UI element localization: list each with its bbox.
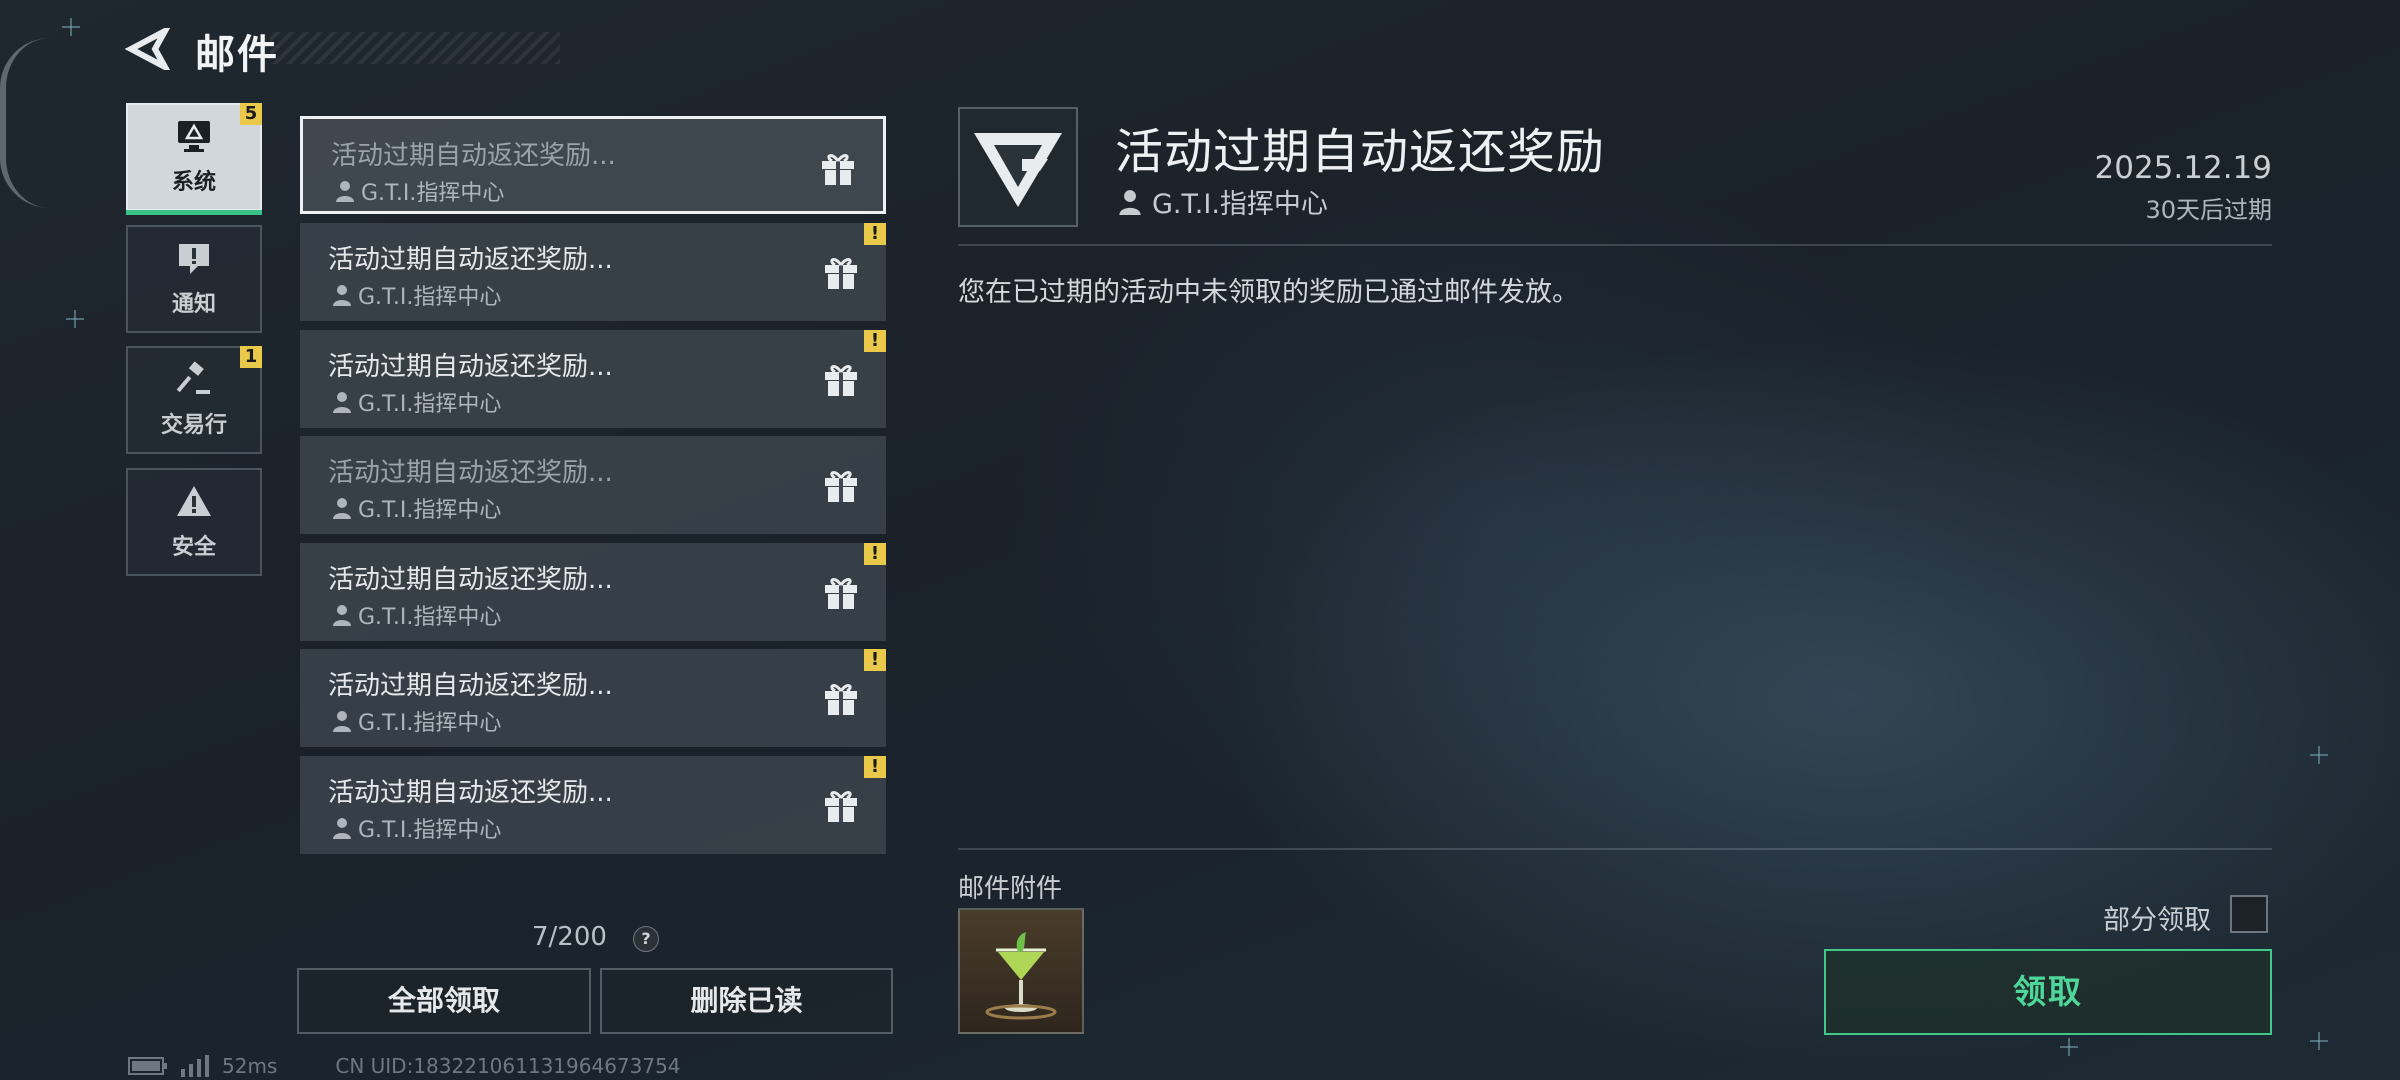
tab-notice-label: 通知 — [171, 292, 216, 317]
person-icon — [1119, 189, 1141, 215]
tab-security[interactable]: 安全 — [126, 468, 262, 576]
mail-count: 7/200 — [532, 922, 607, 952]
mail-detail-title: 活动过期自动返还奖励 — [1115, 124, 1606, 180]
monitor-icon — [178, 121, 210, 152]
help-icon[interactable]: ? — [633, 926, 659, 952]
signal-icon — [181, 1055, 209, 1077]
attachments-label: 邮件附件 — [958, 874, 1063, 904]
sender-logo — [958, 107, 1078, 227]
mail-detail-sender-text: G.T.I.指挥中心 — [1152, 189, 1328, 220]
warning-badge: ! — [864, 223, 886, 245]
warning-badge: ! — [864, 543, 886, 565]
battery-icon — [128, 1057, 167, 1075]
person-icon — [333, 818, 351, 839]
status-bar: 52ms CN UID:1832210611319646737​54 — [128, 1054, 681, 1078]
alert-bubble-icon — [179, 244, 209, 274]
divider — [958, 848, 2272, 850]
mail-date: 2025.12.19 — [2094, 150, 2273, 186]
warning-triangle-icon — [177, 486, 211, 516]
mail-item-title: 活动过期自动返还奖励... — [328, 671, 613, 701]
warning-badge: ! — [864, 649, 886, 671]
tab-auction[interactable]: 交易行 1 — [126, 346, 262, 454]
person-icon — [336, 181, 354, 202]
mail-list-item[interactable]: 活动过期自动返还奖励... G.T.I.指挥中心 — [300, 116, 886, 214]
mail-body: 您在已过期的活动中未领取的奖励已通过邮件发放。 — [958, 277, 1579, 308]
warning-badge: ! — [864, 756, 886, 778]
mail-list-item[interactable]: 活动过期自动返还奖励... G.T.I.指挥中心 ! — [300, 330, 886, 428]
gift-icon — [825, 684, 857, 715]
mail-list-item[interactable]: 活动过期自动返还奖励... G.T.I.指挥中心 ! — [300, 543, 886, 641]
mail-item-title: 活动过期自动返还奖励... — [328, 778, 613, 808]
user-uid: CN UID:1832210611319646737​54 — [335, 1054, 681, 1078]
mail-expiry: 30天后过期 — [2145, 196, 2272, 224]
mail-item-sender-text: G.T.I.指挥中心 — [358, 818, 502, 843]
delete-read-button[interactable]: 删除已读 — [600, 968, 893, 1034]
divider — [958, 244, 2272, 246]
tab-system[interactable]: 系统 5 — [126, 103, 262, 215]
unread-count-badge: 1 — [240, 346, 262, 368]
person-icon — [333, 711, 351, 732]
claim-button[interactable]: 领取 — [1824, 949, 2272, 1035]
ping-value: 52ms — [222, 1054, 278, 1078]
crosshair-decoration — [66, 310, 84, 328]
tab-security-label: 安全 — [171, 535, 216, 560]
mail-item-title: 活动过期自动返还奖励... — [331, 141, 616, 171]
mail-item-sender: G.T.I.指挥中心 — [332, 705, 501, 737]
gift-icon — [825, 578, 857, 609]
mail-item-sender-text: G.T.I.指挥中心 — [358, 285, 502, 310]
mail-list-item[interactable]: 活动过期自动返还奖励... G.T.I.指挥中心 ! — [300, 756, 886, 854]
gift-icon — [825, 258, 857, 289]
gift-icon — [825, 791, 857, 822]
gti-logo-icon — [974, 133, 1062, 207]
tab-system-label: 系统 — [171, 170, 216, 195]
tab-auction-label: 交易行 — [160, 413, 227, 438]
mail-item-title: 活动过期自动返还奖励... — [328, 245, 613, 275]
mail-list-item[interactable]: 活动过期自动返还奖励... G.T.I.指挥中心 ! — [300, 649, 886, 747]
crosshair-decoration — [2060, 1038, 2078, 1056]
gift-icon — [822, 154, 854, 185]
crosshair-decoration — [62, 18, 80, 36]
page-title: 邮件 — [195, 32, 279, 78]
cocktail-icon — [985, 932, 1057, 1020]
title-hatch-decoration — [270, 32, 560, 64]
gavel-icon — [176, 361, 210, 394]
crosshair-decoration — [2310, 746, 2328, 764]
mail-list-item[interactable]: 活动过期自动返还奖励... G.T.I.指挥中心 ! — [300, 223, 886, 321]
mail-item-sender: G.T.I.指挥中心 — [332, 812, 501, 844]
active-tab-indicator — [126, 210, 262, 215]
mail-item-title: 活动过期自动返还奖励... — [328, 565, 613, 595]
mail-item-sender: G.T.I.指挥中心 — [332, 599, 501, 631]
mail-item-title: 活动过期自动返还奖励... — [328, 352, 613, 382]
back-arrow-icon[interactable] — [124, 23, 173, 75]
mail-list-item[interactable]: 活动过期自动返还奖励... G.T.I.指挥中心 — [300, 436, 886, 534]
mail-detail-sender: G.T.I.指挥中心 — [1118, 182, 1328, 221]
gift-icon — [825, 365, 857, 396]
tab-notice[interactable]: 通知 — [126, 225, 262, 333]
person-icon — [333, 498, 351, 519]
decorative-arc — [0, 38, 66, 208]
person-icon — [333, 285, 351, 306]
mail-item-sender-text: G.T.I.指挥中心 — [358, 605, 502, 630]
mail-item-title: 活动过期自动返还奖励... — [328, 458, 613, 488]
mail-item-sender-text: G.T.I.指挥中心 — [361, 181, 505, 206]
mail-item-sender: G.T.I.指挥中心 — [335, 175, 504, 207]
mail-item-sender-text: G.T.I.指挥中心 — [358, 392, 502, 417]
claim-all-button[interactable]: 全部领取 — [297, 968, 591, 1034]
attachment-item[interactable] — [958, 908, 1084, 1034]
mail-item-sender-text: G.T.I.指挥中心 — [358, 711, 502, 736]
mail-item-sender: G.T.I.指挥中心 — [332, 279, 501, 311]
mail-item-sender-text: G.T.I.指挥中心 — [358, 498, 502, 523]
mail-item-sender: G.T.I.指挥中心 — [332, 492, 501, 524]
crosshair-decoration — [2310, 1032, 2328, 1050]
person-icon — [333, 605, 351, 626]
partial-claim-checkbox[interactable] — [2230, 895, 2268, 933]
warning-badge: ! — [864, 330, 886, 352]
gift-icon — [825, 471, 857, 502]
partial-claim-label: 部分领取 — [2103, 905, 2211, 936]
person-icon — [333, 392, 351, 413]
unread-count-badge: 5 — [240, 103, 262, 125]
mail-item-sender: G.T.I.指挥中心 — [332, 386, 501, 418]
